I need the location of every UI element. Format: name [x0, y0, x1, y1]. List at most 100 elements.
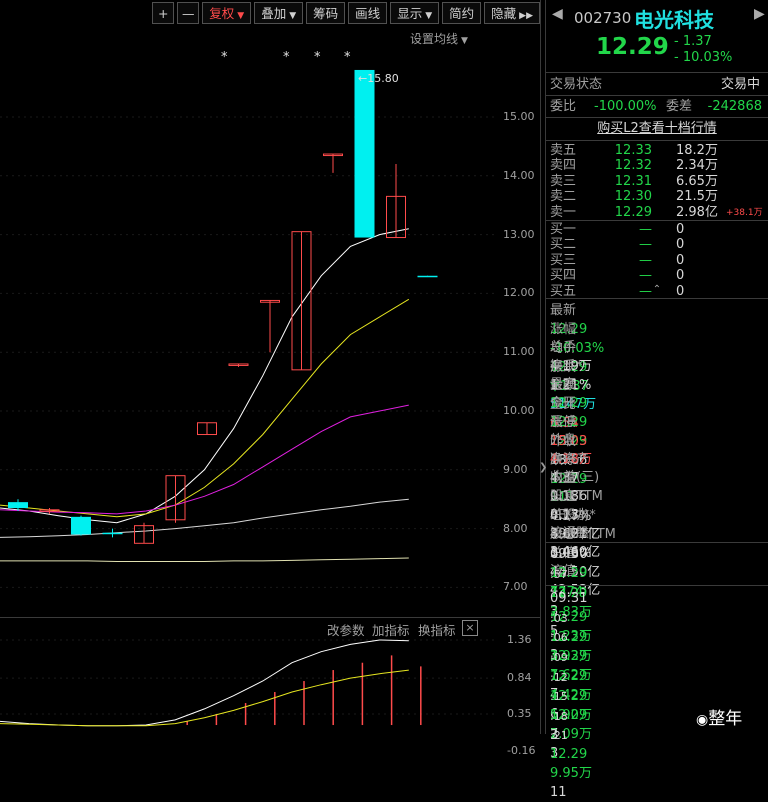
kline-chart[interactable]: [0, 26, 540, 734]
next-stock-icon[interactable]: ▶: [754, 6, 765, 22]
stat-label: 最新: [550, 303, 577, 318]
price-axis-tick: 11.00: [503, 345, 535, 359]
divider: [546, 117, 768, 118]
sell-level-label: 卖五: [550, 143, 577, 158]
l2-purchase-link[interactable]: 购买L2查看十档行情: [546, 119, 768, 138]
buy-level-label: 买二: [550, 237, 577, 253]
tick-time: :21: [550, 729, 568, 743]
candle-body: [8, 502, 28, 509]
watermark-icon: ◉: [696, 712, 709, 728]
divider: [546, 140, 768, 141]
weicha-value: -242868: [707, 99, 762, 114]
price-axis-tick: 15.00: [503, 110, 535, 123]
sell-level-price: 12.32: [614, 158, 652, 174]
huaxian-button[interactable]: 画线: [348, 2, 388, 24]
stats-row: 流通股 3.460亿 流值 42.53亿: [550, 524, 766, 598]
sell-level-label: 卖一: [550, 204, 577, 220]
price-axis-tick: 7.00: [503, 580, 528, 594]
fuquan-label: 复权: [209, 6, 235, 21]
moving-average-lines: [0, 228, 410, 562]
fuquan-dropdown[interactable]: 复权 ▼: [202, 2, 252, 24]
buy-level-volume: 0: [676, 268, 685, 284]
sell-level-volume: 2.34万: [676, 158, 718, 174]
tick-count: 11: [550, 785, 567, 801]
buy-level-price: —: [639, 237, 652, 253]
stat-label: 流通股: [550, 526, 590, 542]
buy-level-volume: 0: [676, 237, 685, 253]
limit-star: *: [344, 50, 351, 65]
add-indicator-button[interactable]: 加指标: [372, 620, 410, 639]
candle-body: [354, 69, 375, 238]
stat-label: 涨幅: [550, 321, 577, 337]
chouma-button[interactable]: 筹码: [306, 2, 346, 24]
stat-label: 外盘: [550, 433, 577, 449]
sell-level-volume: 6.65万: [676, 173, 718, 189]
tick-time: 09:30: [550, 547, 588, 562]
watermark-text: 整年: [708, 709, 743, 729]
tick-row: 09:30 12.29 7374 3: [550, 545, 766, 619]
stats-row: 涨停 15.03 跌停 12.29: [550, 413, 766, 487]
yincang-button[interactable]: 隐藏 ▶▶: [484, 2, 540, 24]
divider: [546, 95, 768, 96]
candle-body: [417, 275, 438, 278]
watermark: ◉整年: [696, 704, 742, 729]
weibi-value: -100.00%: [594, 99, 657, 114]
stat-label: 收益(三): [550, 470, 600, 486]
chart-toolbar: + — 复权 ▼ 叠加 ▼ 筹码 画线 显示 ▼ 简约 隐藏 ▶▶: [0, 0, 540, 26]
change-params-button[interactable]: 改参数: [327, 620, 365, 639]
divider: [546, 298, 768, 299]
sub-axis-tick: 0.35: [507, 707, 532, 721]
chart-separator: [0, 617, 540, 618]
weibi-row: 委比 -100.00% 委差 -242868: [550, 97, 764, 116]
tick-time: 09:31: [550, 591, 588, 607]
diejia-dropdown[interactable]: 叠加 ▼: [254, 2, 304, 24]
high-marker-label: ←15.80: [358, 72, 399, 85]
sub-axis-tick: 0.84: [507, 671, 532, 685]
price-axis-tick: 9.00: [503, 462, 528, 476]
stock-code: 002730: [574, 9, 632, 27]
limit-star: *: [314, 50, 321, 65]
tick-row: :12 12.29 5.90万 7: [550, 668, 766, 742]
limit-star: *: [221, 50, 228, 65]
stock-header: ◀ 002730 电光科技 ▶: [546, 6, 768, 32]
switch-indicator-button[interactable]: 换指标: [418, 620, 456, 639]
buy-level-label: 买三: [550, 252, 577, 268]
ma-line: [0, 404, 409, 515]
sell-level-label: 卖三: [550, 173, 577, 189]
zoom-in-button[interactable]: +: [152, 2, 175, 24]
prev-stock-icon[interactable]: ◀: [552, 6, 563, 22]
chevron-up-icon[interactable]: ⌃: [642, 284, 672, 296]
price-axis-tick: 8.00: [503, 521, 528, 535]
buy-level-price: —: [639, 268, 652, 284]
ma-line: [0, 557, 409, 562]
panel-divider: [540, 0, 541, 734]
divider: [546, 585, 768, 587]
close-icon[interactable]: ×: [462, 620, 478, 636]
buy-level-row: 买四 — 0: [550, 268, 766, 283]
price-axis-tick: 13.00: [503, 227, 535, 241]
candle-body: [71, 516, 91, 535]
limit-star: *: [283, 50, 290, 65]
divider: [546, 542, 768, 543]
buy-level-price: —: [639, 222, 652, 237]
sell-level-volume: 21.5万: [676, 189, 718, 205]
sell-level-price: 12.31: [614, 173, 652, 189]
chevron-down-icon: ▼: [425, 11, 433, 21]
stats-row: 换手* 1.21% 量比 6.54: [550, 357, 766, 431]
sell-level-volume: 18.2万: [676, 143, 718, 158]
stats-row: 总手 4.19万 金额 5147万: [550, 338, 766, 412]
last-price: 12.29: [596, 34, 669, 60]
sell-level-label: 卖二: [550, 189, 577, 205]
tick-row: :03 12.29 3.93万 7: [550, 609, 766, 683]
weibi-label: 委比: [550, 99, 577, 114]
stat-label: 净资产: [550, 451, 590, 467]
tick-time: :57: [550, 567, 568, 581]
stats-row: 最新 12.29 均价 12.29: [550, 301, 766, 375]
xianshi-dropdown[interactable]: 显示 ▼: [390, 2, 440, 24]
tick-price: 12.29: [550, 747, 588, 763]
jianyue-button[interactable]: 简约: [442, 2, 482, 24]
sell-level-price: 12.29: [614, 204, 652, 220]
chevron-down-icon: ▼: [289, 11, 297, 21]
zoom-out-button[interactable]: —: [177, 2, 200, 24]
stats-row: 外盘 4.18万 内盘 111: [550, 431, 766, 505]
